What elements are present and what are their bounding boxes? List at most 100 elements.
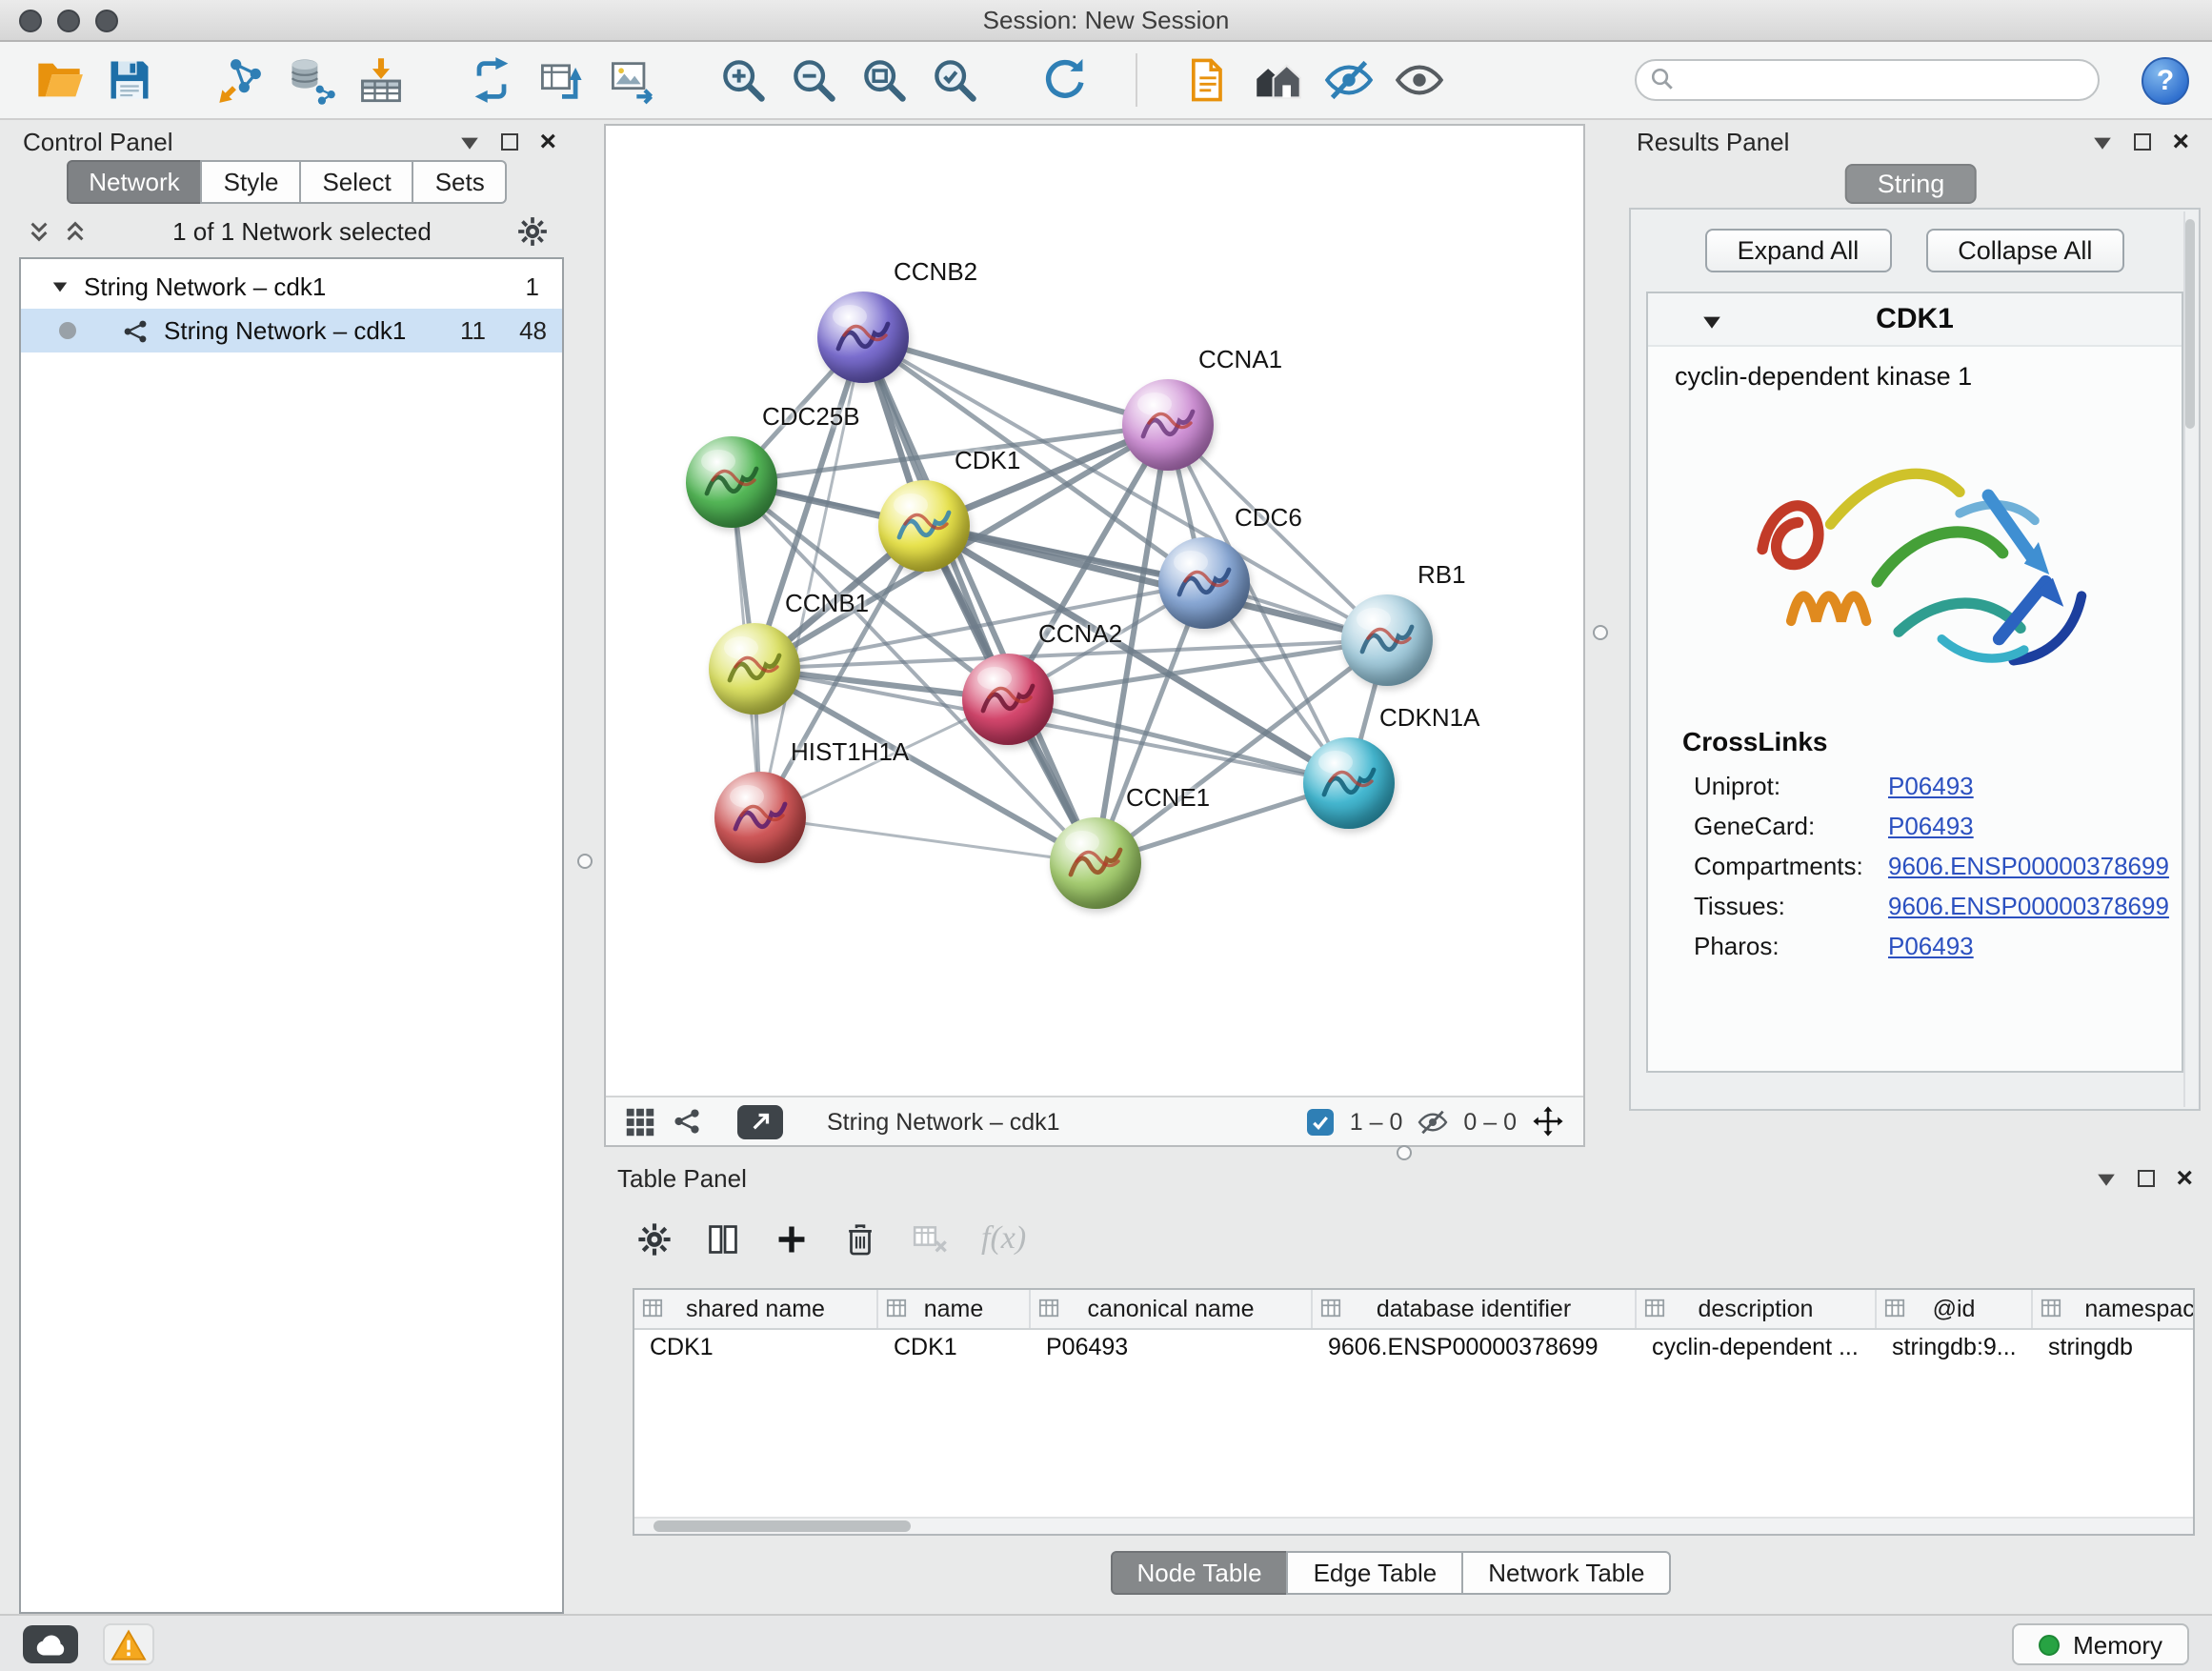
network-node-CCNA2[interactable] [962,654,1054,745]
close-window-button[interactable] [19,10,42,32]
tab-string[interactable]: String [1845,164,1978,204]
help-button[interactable]: ? [2142,56,2189,104]
minimize-window-button[interactable] [57,10,80,32]
open-document-icon[interactable] [1179,51,1237,109]
network-node-CDC25B[interactable] [686,436,777,528]
panel-float-icon[interactable] [2134,132,2151,150]
table-horizontal-scrollbar[interactable] [634,1517,2193,1534]
bottom-splitter-handle[interactable] [1397,1145,1412,1160]
panel-collapse-icon[interactable] [2092,131,2113,151]
maximize-window-button[interactable] [95,10,118,32]
crosslink-link[interactable]: P06493 [1888,772,1974,800]
network-overview-icon[interactable] [673,1107,701,1136]
column-header-description[interactable]: description [1637,1290,1877,1328]
crosslink-link[interactable]: 9606.ENSP00000378699 [1888,892,2169,920]
network-collection-row[interactable]: String Network – cdk1 1 [21,265,562,309]
network-node-CDC6[interactable] [1158,537,1250,629]
results-scrollbar-thumb[interactable] [2185,219,2195,429]
panel-collapse-icon[interactable] [459,131,480,151]
table-cell[interactable]: 9606.ENSP00000378699 [1313,1330,1637,1370]
network-node-CDKN1A[interactable] [1303,737,1395,829]
zoom-in-icon[interactable] [714,51,772,109]
network-graph[interactable]: CCNB2CCNA1CDC25BCDK1CDC6RB1CCNB1CCNA2CDK… [606,126,1587,1097]
open-session-icon[interactable] [30,51,88,109]
cloud-button[interactable] [23,1625,78,1663]
tab-network-table[interactable]: Network Table [1461,1551,1671,1595]
column-header-shared-name[interactable]: shared name [634,1290,878,1328]
tab-select[interactable]: Select [299,160,413,204]
crosslink-link[interactable]: 9606.ENSP00000378699 [1888,852,2169,880]
first-neighbors-icon[interactable] [463,51,520,109]
search-input[interactable] [1635,59,2100,101]
collapse-all-trees-icon[interactable] [63,218,88,243]
network-node-HIST1H1A[interactable] [714,772,806,863]
table-cell[interactable]: stringdb [2033,1330,2195,1370]
network-row[interactable]: String Network – cdk1 11 48 [21,309,562,352]
new-network-from-selection-icon[interactable] [533,51,591,109]
network-node-CDK1[interactable] [878,480,970,572]
network-node-CCNB2[interactable] [817,292,909,383]
column-header-namespace[interactable]: namespace [2033,1290,2195,1328]
hide-eye-icon[interactable] [1320,51,1377,109]
panel-float-icon[interactable] [2138,1169,2155,1186]
right-splitter-handle[interactable] [1593,625,1608,640]
table-cell[interactable]: stringdb:9... [1877,1330,2033,1370]
tab-edge-table[interactable]: Edge Table [1287,1551,1464,1595]
delete-column-trash-icon[interactable] [842,1220,878,1257]
network-node-RB1[interactable] [1341,594,1433,686]
import-network-database-icon[interactable] [282,51,339,109]
selected-nodes-checkbox[interactable] [1308,1108,1335,1135]
column-header-canonical-name[interactable]: canonical name [1031,1290,1313,1328]
panel-close-icon[interactable]: × [2172,127,2189,155]
network-node-CCNB1[interactable] [709,623,800,715]
gene-card-caret-icon[interactable] [1701,311,1722,332]
column-header-database-identifier[interactable]: database identifier [1313,1290,1637,1328]
column-header-name[interactable]: name [878,1290,1031,1328]
show-eye-icon[interactable] [1391,51,1448,109]
apply-layout-icon[interactable] [1036,51,1094,109]
warnings-button[interactable] [103,1623,154,1665]
table-cell[interactable]: P06493 [1031,1330,1313,1370]
collapse-all-button[interactable]: Collapse All [1925,229,2124,272]
table-scrollbar-thumb[interactable] [654,1520,911,1532]
crosslink-link[interactable]: P06493 [1888,932,1974,960]
panel-close-icon[interactable]: × [539,127,556,155]
network-node-CCNA1[interactable] [1122,379,1214,471]
pan-move-icon[interactable] [1532,1105,1564,1137]
left-splitter-handle[interactable] [577,854,593,869]
panel-float-icon[interactable] [501,132,518,150]
table-row[interactable]: CDK1CDK1P064939606.ENSP00000378699cyclin… [634,1330,2193,1370]
add-column-icon[interactable] [774,1220,810,1257]
tab-node-table[interactable]: Node Table [1110,1551,1288,1595]
save-session-icon[interactable] [101,51,158,109]
edge-CCNB2-CCNE1[interactable] [863,337,1096,863]
expand-all-trees-icon[interactable] [27,218,51,243]
table-cell[interactable]: cyclin-dependent ... [1637,1330,1877,1370]
export-image-icon[interactable] [604,51,661,109]
birdseye-view-icon[interactable] [625,1106,655,1137]
tab-network[interactable]: Network [66,160,202,204]
tab-sets[interactable]: Sets [412,160,508,204]
zoom-selected-icon[interactable] [926,51,983,109]
tree-caret-icon[interactable] [51,278,69,295]
expand-all-button[interactable]: Expand All [1705,229,1892,272]
column-header--id[interactable]: @id [1877,1290,2033,1328]
network-options-gear-icon[interactable] [516,214,549,247]
panel-close-icon[interactable]: × [2176,1163,2193,1192]
show-columns-icon[interactable] [705,1220,741,1257]
show-panels-icon[interactable] [1250,51,1307,109]
import-network-file-icon[interactable] [211,51,269,109]
import-table-icon[interactable] [352,51,410,109]
table-cell[interactable]: CDK1 [878,1330,1031,1370]
table-settings-gear-icon[interactable] [636,1220,673,1257]
edge-HIST1H1A-CCNE1[interactable] [760,817,1096,863]
hidden-eye-slash-icon[interactable] [1418,1106,1448,1137]
tab-style[interactable]: Style [201,160,302,204]
panel-collapse-icon[interactable] [2096,1167,2117,1188]
export-network-button[interactable] [737,1104,783,1138]
table-cell[interactable]: CDK1 [634,1330,878,1370]
zoom-out-icon[interactable] [785,51,842,109]
results-scrollbar[interactable] [2183,211,2197,1107]
crosslink-link[interactable]: P06493 [1888,812,1974,840]
memory-button[interactable]: Memory [2012,1623,2189,1665]
